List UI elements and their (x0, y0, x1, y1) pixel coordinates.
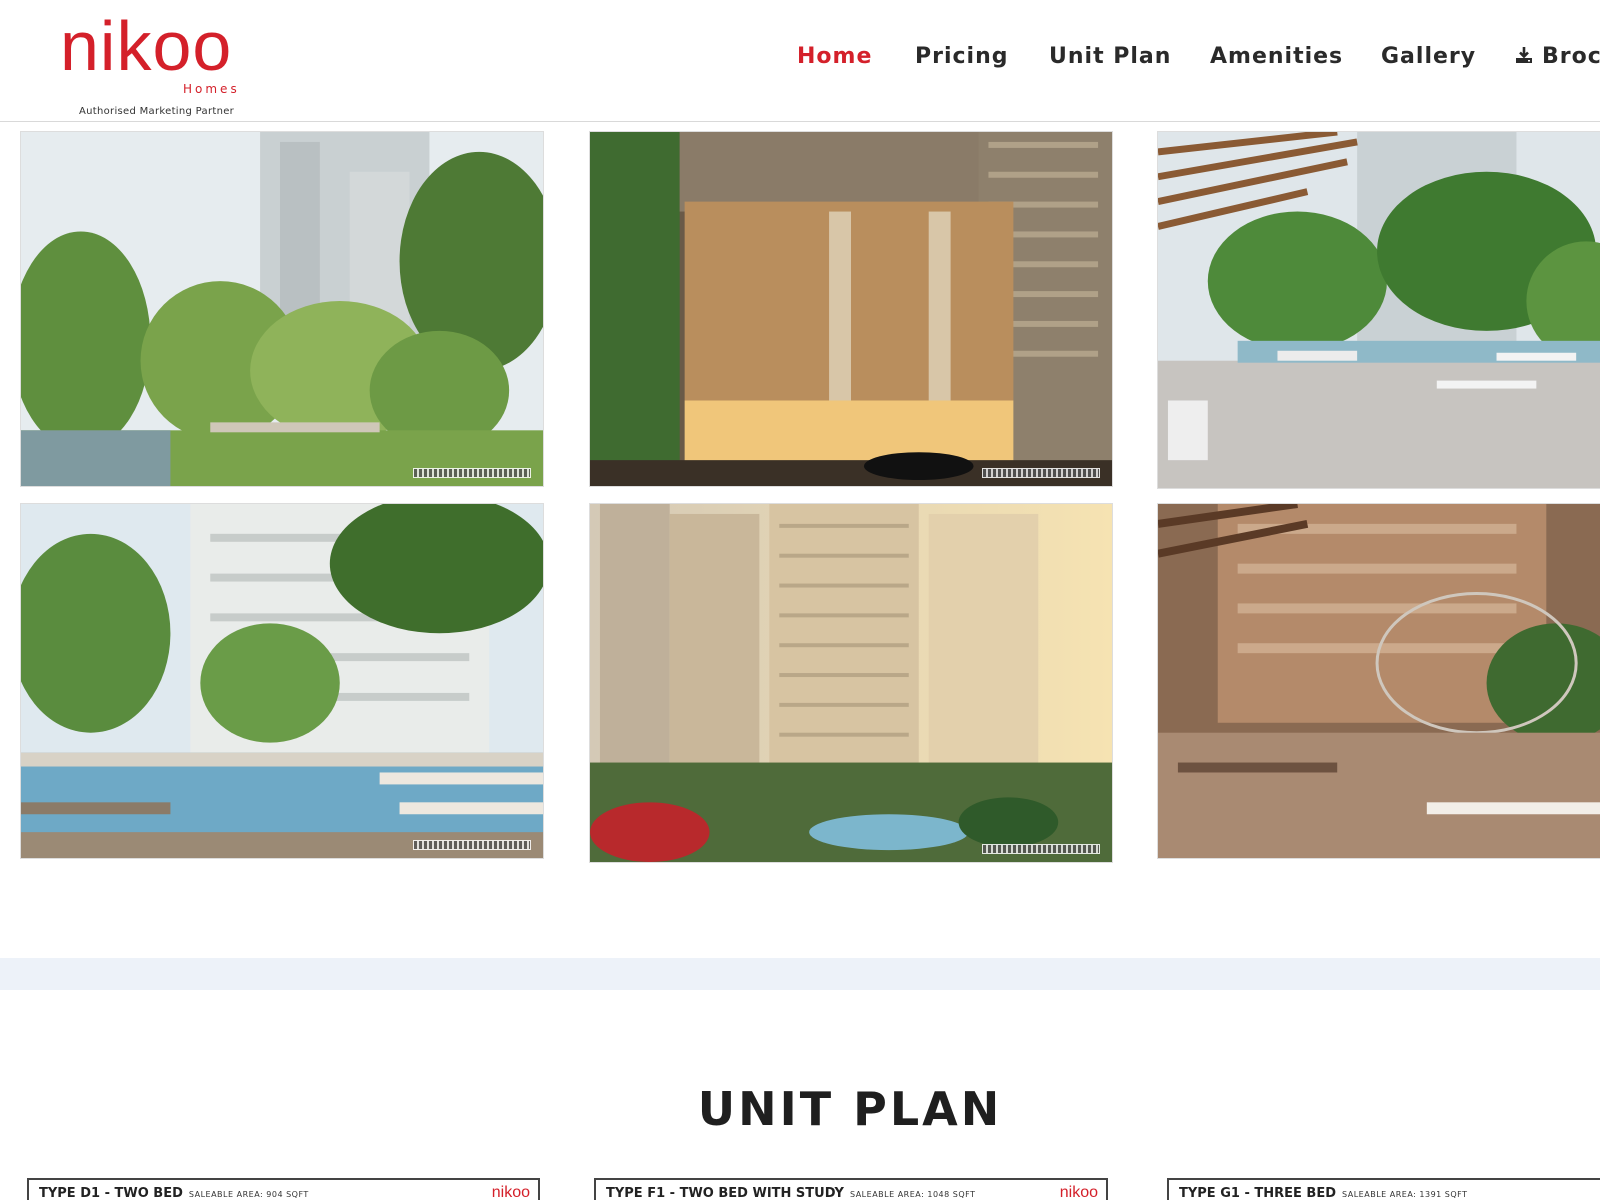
watermark (982, 468, 1100, 478)
gallery-image-swimming-pool[interactable] (20, 503, 544, 859)
gallery-image-pergola-terrace[interactable] (1157, 131, 1600, 489)
plan-card-title: TYPE G1 - THREE BED SALEABLE AREA: 1391 S… (1179, 1186, 1468, 1200)
site-header: nikoo Homes Authorised Marketing Partner… (0, 0, 1600, 122)
gallery-image-outdoor-dining[interactable] (1157, 503, 1600, 859)
gallery-image-6-art (1158, 504, 1600, 858)
gallery-image-4-art (21, 504, 543, 858)
plan-card-type-d1[interactable]: TYPE D1 - TWO BED SALEABLE AREA: 904 SQFT… (27, 1178, 540, 1200)
nav-brochure-label: Broc (1542, 44, 1600, 69)
plan-card-title: TYPE D1 - TWO BED SALEABLE AREA: 904 SQFT (39, 1186, 309, 1200)
nav-gallery[interactable]: Gallery (1381, 44, 1476, 69)
gallery-image-1-art (21, 132, 543, 486)
plan-card-type-g1[interactable]: TYPE G1 - THREE BED SALEABLE AREA: 1391 S… (1167, 1178, 1600, 1200)
section-divider (0, 958, 1600, 990)
plan-card-logo: nikoo (491, 1184, 530, 1200)
plan-card-logo: nikoo (1059, 1184, 1098, 1200)
gallery-image-2-art (590, 132, 1112, 486)
plan-card-title: TYPE F1 - TWO BED WITH STUDY SALEABLE ARE… (606, 1186, 976, 1200)
brand-tagline: Authorised Marketing Partner (79, 106, 235, 117)
gallery-image-tower-skyline[interactable] (589, 503, 1113, 863)
unit-plan-heading: UNIT PLAN (697, 1082, 1003, 1136)
plan-card-type-f1[interactable]: TYPE F1 - TWO BED WITH STUDY SALEABLE ARE… (594, 1178, 1108, 1200)
watermark (413, 468, 531, 478)
gallery-image-riverside-park[interactable] (20, 131, 544, 487)
main-nav: Home Pricing Unit Plan Amenities Gallery… (0, 44, 1600, 76)
gallery-image-tower-lobby[interactable] (589, 131, 1113, 487)
watermark (413, 840, 531, 850)
gallery-image-5-art (590, 504, 1112, 862)
download-icon (1516, 47, 1532, 63)
nav-home[interactable]: Home (797, 44, 872, 69)
brand-sub: Homes (183, 82, 240, 96)
nav-amenities[interactable]: Amenities (1210, 44, 1343, 69)
nav-pricing[interactable]: Pricing (915, 44, 1009, 69)
watermark (982, 844, 1100, 854)
gallery-image-3-art (1158, 132, 1600, 488)
nav-brochure[interactable]: Broc (1514, 44, 1600, 69)
nav-unit-plan[interactable]: Unit Plan (1049, 44, 1171, 69)
